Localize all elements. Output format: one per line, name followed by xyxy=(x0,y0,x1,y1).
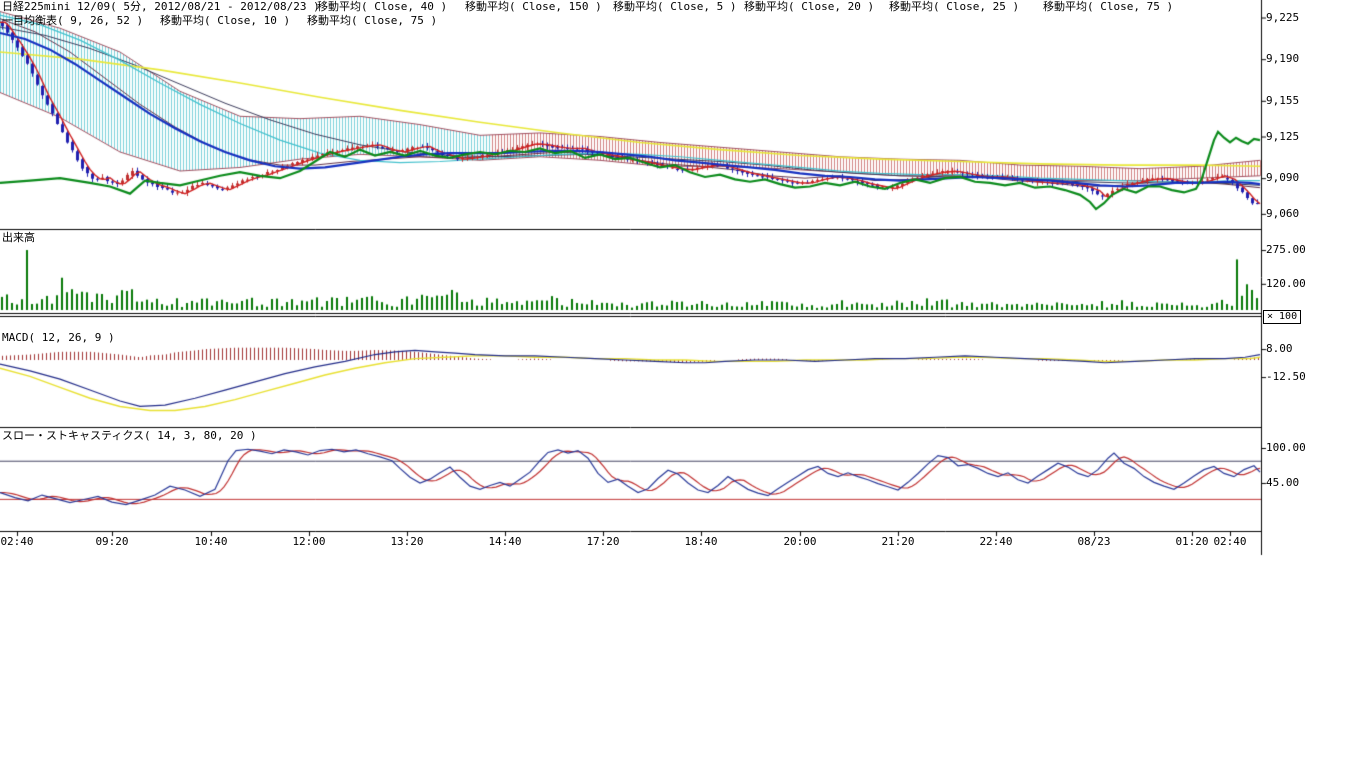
chart-application-window: 日経225mini 12/09( 5分, 2012/08/21 - 2012/0… xyxy=(0,0,1366,768)
price-chart-canvas[interactable] xyxy=(0,0,1366,768)
